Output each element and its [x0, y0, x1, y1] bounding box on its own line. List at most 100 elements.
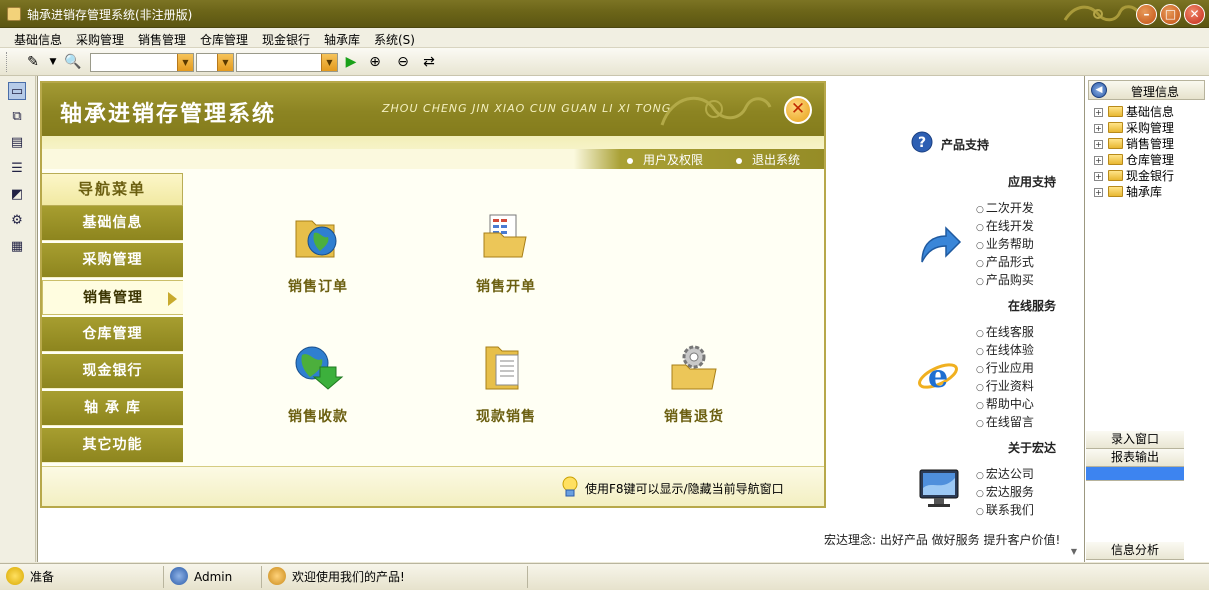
welcome-text: 欢迎使用我们的产品! [292, 570, 405, 584]
link-business-help[interactable]: 业务帮助 [976, 235, 1034, 252]
exit-system-link[interactable]: 退出系统 [736, 151, 800, 168]
link-contact-us[interactable]: 联系我们 [976, 501, 1034, 518]
nav-item-sales[interactable]: 销售管理 [42, 280, 183, 315]
expand-icon[interactable]: + [1094, 172, 1103, 181]
link-help-center[interactable]: 帮助中心 [976, 395, 1034, 412]
sales-order-button[interactable]: 销售订单 [258, 211, 378, 296]
notes-icon[interactable]: ▦ [8, 238, 26, 256]
user-permissions-label: 用户及权限 [643, 153, 704, 167]
minimize-button[interactable]: – [1136, 4, 1157, 25]
expand-icon[interactable]: + [1094, 140, 1103, 149]
expand-icon[interactable]: + [1094, 156, 1103, 165]
nav-item-basic-info[interactable]: 基础信息 [42, 206, 183, 241]
tree-label: 采购管理 [1126, 121, 1175, 135]
dropdown-arrow-icon[interactable]: ▼ [48, 53, 58, 71]
tab-selected[interactable] [1086, 467, 1184, 481]
refresh-icon[interactable]: ⇄ [420, 53, 438, 71]
sales-receipt-button[interactable]: 销售收款 [258, 341, 378, 426]
link-hongda-company[interactable]: 宏达公司 [976, 465, 1034, 482]
tree-item-warehouse[interactable]: + 仓库管理 [1094, 151, 1174, 167]
nav-item-cash-bank[interactable]: 现金银行 [42, 354, 183, 389]
expand-icon[interactable]: + [1094, 108, 1103, 117]
tree-item-basic-info[interactable]: + 基础信息 [1094, 103, 1174, 119]
expand-icon[interactable]: + [1094, 124, 1103, 133]
tab-entry-window[interactable]: 录入窗口 [1086, 431, 1184, 449]
menu-bearing-library[interactable]: 轴承库 [324, 31, 360, 48]
back-arrow-icon[interactable]: ◀ [1091, 82, 1107, 98]
tree-label: 基础信息 [1126, 105, 1175, 119]
menu-purchase[interactable]: 采购管理 [76, 31, 124, 48]
toolbar-grip[interactable] [6, 52, 9, 72]
link-product-form[interactable]: 产品形式 [976, 253, 1034, 270]
user-cell: Admin [170, 566, 262, 588]
toolbar-combo-2[interactable]: ▼ [196, 53, 234, 72]
nav-link-bar [42, 149, 824, 169]
combo-2-arrow-icon[interactable]: ▼ [217, 54, 233, 71]
maximize-button[interactable]: □ [1160, 4, 1181, 25]
search-icon[interactable]: 🔍 [64, 53, 82, 71]
svg-text:?: ? [918, 135, 926, 151]
close-button[interactable]: ✕ [1184, 4, 1205, 25]
menu-cash-bank[interactable]: 现金银行 [262, 31, 310, 48]
combo-3-arrow-icon[interactable]: ▼ [321, 54, 337, 71]
menu-bar: 基础信息 采购管理 销售管理 仓库管理 现金银行 轴承库 系统(S) [0, 28, 1209, 48]
svg-text:e: e [928, 357, 948, 395]
user-icon [170, 567, 188, 585]
scrollbar[interactable]: ▼ [1066, 80, 1083, 560]
chart-icon[interactable]: ◩ [8, 186, 26, 204]
zoom-in-icon[interactable]: ⊕ [366, 53, 384, 71]
tree-item-sales[interactable]: + 销售管理 [1094, 135, 1174, 151]
link-industry-app[interactable]: 行业应用 [976, 359, 1034, 376]
menu-warehouse[interactable]: 仓库管理 [200, 31, 248, 48]
svg-text:▼: ▼ [1071, 547, 1078, 556]
window-icon[interactable]: ▭ [8, 82, 26, 100]
document-icon[interactable]: ☰ [8, 160, 26, 178]
window-title: 轴承进销存管理系统(非注册版) [27, 8, 193, 22]
nav-item-other[interactable]: 其它功能 [42, 428, 183, 463]
expand-icon[interactable]: + [1094, 188, 1103, 197]
zoom-out-icon[interactable]: ⊖ [394, 53, 412, 71]
link-secondary-dev[interactable]: 二次开发 [976, 199, 1034, 216]
user-permissions-link[interactable]: 用户及权限 [627, 151, 703, 168]
user-name: Admin [194, 570, 233, 584]
nav-item-bearing-library[interactable]: 轴 承 库 [42, 391, 183, 426]
combo-1-arrow-icon[interactable]: ▼ [177, 54, 193, 71]
pencil-icon[interactable]: ✎ [24, 53, 42, 71]
tree-label: 轴承库 [1126, 185, 1163, 199]
tree-label: 现金银行 [1126, 169, 1175, 183]
tree-item-purchase[interactable]: + 采购管理 [1094, 119, 1174, 135]
cascade-icon[interactable]: ⧉ [8, 108, 26, 126]
nav-item-purchase[interactable]: 采购管理 [42, 243, 183, 278]
help-icon: ? [911, 131, 933, 153]
menu-system[interactable]: 系统(S) [374, 31, 415, 48]
link-product-purchase[interactable]: 产品购买 [976, 271, 1034, 288]
tab-report-output[interactable]: 报表输出 [1086, 449, 1184, 467]
swirl-ornament-icon [660, 96, 772, 126]
play-icon[interactable]: ▶ [342, 53, 360, 71]
menu-basic-info[interactable]: 基础信息 [14, 31, 62, 48]
toolbar-combo-3[interactable]: ▼ [236, 53, 338, 72]
cash-sales-button[interactable]: 现款销售 [446, 341, 566, 426]
left-toolbar: ▭ ⧉ ▤ ☰ ◩ ⚙ ▦ [0, 76, 36, 562]
folder-icon [1108, 170, 1123, 181]
tab-info-analysis[interactable]: 信息分析 [1086, 542, 1184, 560]
tree-item-cash-bank[interactable]: + 现金银行 [1094, 167, 1174, 183]
link-industry-docs[interactable]: 行业资料 [976, 377, 1034, 394]
sales-invoice-button[interactable]: 销售开单 [446, 211, 566, 296]
link-online-dev[interactable]: 在线开发 [976, 217, 1034, 234]
nav-menu-head: 导航菜单 [42, 173, 183, 206]
folder-documents-icon [485, 346, 519, 390]
link-online-trial[interactable]: 在线体验 [976, 341, 1034, 358]
tools-icon[interactable]: ⚙ [8, 212, 26, 230]
link-online-cs[interactable]: 在线客服 [976, 323, 1034, 340]
menu-sales[interactable]: 销售管理 [138, 31, 186, 48]
about-heading: 关于宏达 [1008, 441, 1057, 455]
sales-return-button[interactable]: 销售退货 [634, 341, 754, 426]
tree-item-bearing-library[interactable]: + 轴承库 [1094, 183, 1162, 199]
link-hongda-service[interactable]: 宏达服务 [976, 483, 1034, 500]
list-icon[interactable]: ▤ [8, 134, 26, 152]
link-online-message[interactable]: 在线留言 [976, 413, 1034, 430]
nav-close-button[interactable]: ✕ [784, 96, 812, 124]
nav-item-warehouse[interactable]: 仓库管理 [42, 317, 183, 352]
toolbar-combo-1[interactable]: ▼ [90, 53, 194, 72]
